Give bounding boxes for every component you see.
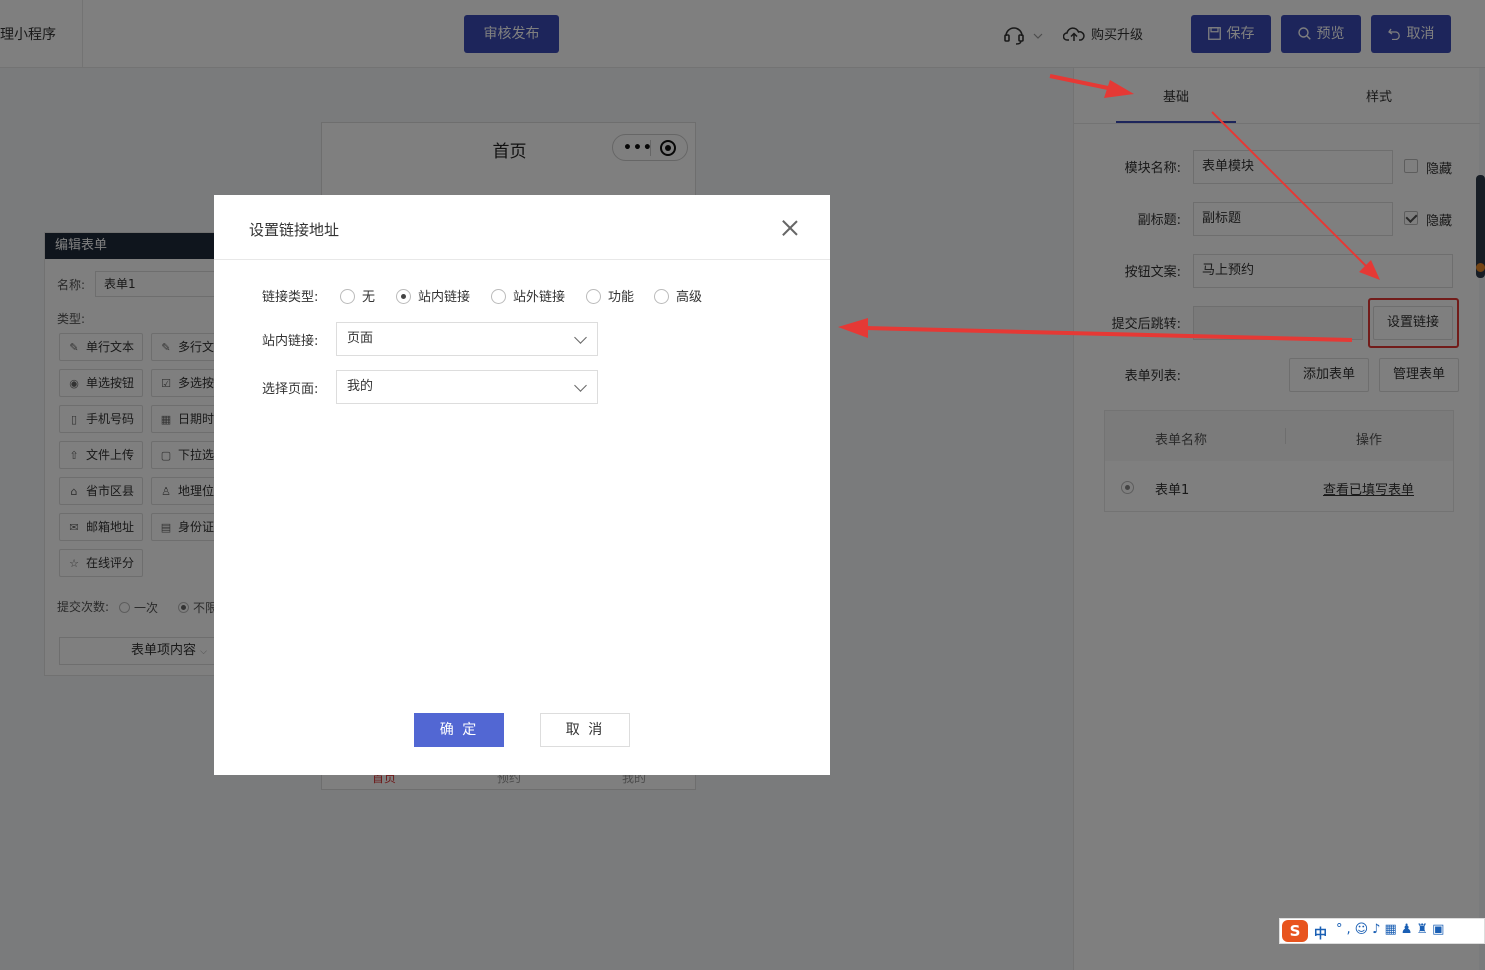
radio-checked-icon (396, 289, 411, 304)
link-settings-dialog: 设置链接地址 链接类型: 无 站内链接 站外链接 功能 高级 站内链接: 页面 … (214, 195, 830, 775)
select-page-label: 选择页面: (262, 382, 319, 397)
link-type-advanced[interactable]: 高级 (654, 286, 702, 305)
chevron-down-icon (574, 379, 587, 392)
internal-link-label: 站内链接: (262, 334, 319, 349)
ime-mode[interactable]: 中 (1314, 923, 1327, 942)
radio-icon (654, 289, 669, 304)
chevron-down-icon (574, 331, 587, 344)
confirm-button[interactable]: 确 定 (414, 713, 504, 747)
link-type-internal[interactable]: 站内链接 (396, 286, 470, 305)
radio-icon (491, 289, 506, 304)
link-type-function[interactable]: 功能 (586, 286, 634, 305)
sogou-logo: S (1282, 920, 1308, 942)
close-icon[interactable] (780, 218, 800, 238)
link-type-none[interactable]: 无 (340, 286, 375, 305)
select-page-select[interactable]: 我的 (336, 370, 598, 404)
internal-link-select[interactable]: 页面 (336, 322, 598, 356)
ime-tool-icons[interactable]: °,☺♪▦♟♜▣ (1336, 922, 1448, 937)
link-type-label: 链接类型: (262, 290, 319, 305)
radio-icon (340, 289, 355, 304)
dialog-title: 设置链接地址 (249, 221, 340, 239)
radio-icon (586, 289, 601, 304)
link-type-external[interactable]: 站外链接 (491, 286, 565, 305)
cancel-button[interactable]: 取 消 (540, 713, 630, 747)
ime-toolbar[interactable]: S 中 °,☺♪▦♟♜▣ (1279, 918, 1485, 944)
